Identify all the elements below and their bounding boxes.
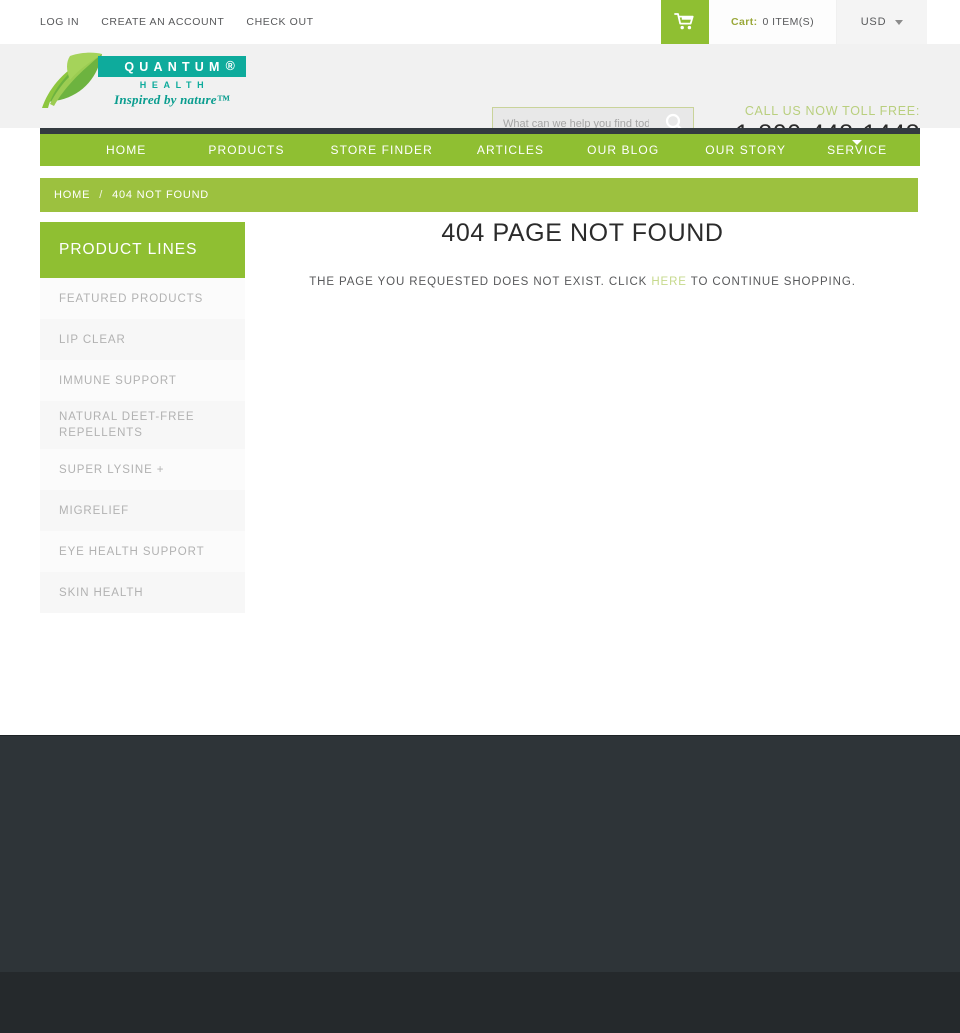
breadcrumb: HOME / 404 NOT FOUND (40, 178, 918, 212)
sidebar-item-migrelief[interactable]: MIGRELIEF (40, 490, 245, 531)
sidebar-title: PRODUCT LINES (40, 222, 245, 278)
nav-item-service[interactable]: SERVICE (827, 134, 887, 166)
log-in-link[interactable]: LOG IN (40, 16, 79, 28)
shopping-cart-icon (674, 13, 696, 31)
cart-button[interactable] (661, 0, 709, 44)
site-footer (0, 735, 960, 972)
error-message: THE PAGE YOU REQUESTED DOES NOT EXIST. C… (245, 276, 920, 288)
sidebar-item-natural-deet-free-repellents[interactable]: NATURAL DEET-FREE REPELLENTS (40, 401, 245, 449)
nav-item-our-story[interactable]: OUR STORY (705, 134, 786, 166)
sidebar-product-lines: PRODUCT LINES FEATURED PRODUCTS LIP CLEA… (40, 222, 245, 613)
cart-item-count: 0 ITEM(S) (762, 16, 814, 28)
trademark-mark: ™ (216, 92, 230, 107)
phone-label: CALL US NOW TOLL FREE: (744, 104, 920, 118)
continue-shopping-link[interactable]: HERE (651, 276, 687, 288)
sidebar-item-eye-health-support[interactable]: EYE HEALTH SUPPORT (40, 531, 245, 572)
registered-mark: ® (225, 59, 240, 73)
sidebar-item-super-lysine-plus[interactable]: SUPER LYSINE + (40, 449, 245, 490)
page-title: 404 PAGE NOT FOUND (441, 219, 724, 247)
error-message-after: TO CONTINUE SHOPPING. (686, 276, 856, 288)
sidebar-item-lip-clear[interactable]: LIP CLEAR (40, 319, 245, 360)
logo-wordmark: QUANTUM ® HEALTH Inspired by nature ™ (98, 56, 246, 108)
currency-selector[interactable]: USD (837, 0, 927, 44)
site-logo[interactable]: QUANTUM ® HEALTH Inspired by nature ™ (40, 50, 246, 116)
page-root: LOG IN CREATE AN ACCOUNT CHECK OUT Cart:… (0, 0, 960, 1033)
site-footer-bottom-bar (0, 972, 960, 1033)
sidebar-item-featured-products[interactable]: FEATURED PRODUCTS (40, 278, 245, 319)
logo-tagline: Inspired by nature ™ (114, 92, 230, 107)
caret-down-icon (895, 19, 904, 25)
breadcrumb-current: 404 NOT FOUND (112, 189, 210, 201)
cart-summary[interactable]: Cart: 0 ITEM(S) (709, 0, 837, 44)
error-message-before: THE PAGE YOU REQUESTED DOES NOT EXIST. C… (309, 276, 652, 288)
currency-label: USD (860, 16, 887, 28)
caret-down-icon (852, 140, 863, 145)
sidebar-item-immune-support[interactable]: IMMUNE SUPPORT (40, 360, 245, 401)
top-utility-links: LOG IN CREATE AN ACCOUNT CHECK OUT (40, 0, 314, 44)
main-navigation: HOME PRODUCTS STORE FINDER ARTICLES OUR … (40, 134, 920, 166)
nav-item-articles[interactable]: ARTICLES (477, 134, 544, 166)
create-account-link[interactable]: CREATE AN ACCOUNT (101, 16, 224, 28)
top-utility-bar: LOG IN CREATE AN ACCOUNT CHECK OUT Cart:… (0, 0, 960, 44)
sidebar-title-label: PRODUCT LINES (59, 241, 198, 258)
nav-item-service-label: SERVICE (827, 143, 888, 157)
breadcrumb-home-link[interactable]: HOME (54, 189, 90, 201)
logo-brand-top: QUANTUM ® (98, 56, 246, 77)
sidebar-item-skin-health[interactable]: SKIN HEALTH (40, 572, 245, 613)
site-header: QUANTUM ® HEALTH Inspired by nature ™ Wh… (0, 44, 960, 148)
main-content: 404 PAGE NOT FOUND THE PAGE YOU REQUESTE… (245, 215, 920, 300)
nav-item-our-blog[interactable]: OUR BLOG (587, 134, 659, 166)
check-out-link[interactable]: CHECK OUT (246, 16, 313, 28)
cart-label: Cart: (731, 16, 758, 28)
nav-item-products[interactable]: PRODUCTS (208, 134, 284, 166)
logo-brand-mid: HEALTH (98, 77, 246, 92)
breadcrumb-separator: / (99, 189, 104, 201)
nav-item-store-finder[interactable]: STORE FINDER (331, 134, 433, 166)
nav-item-home[interactable]: HOME (106, 134, 146, 166)
